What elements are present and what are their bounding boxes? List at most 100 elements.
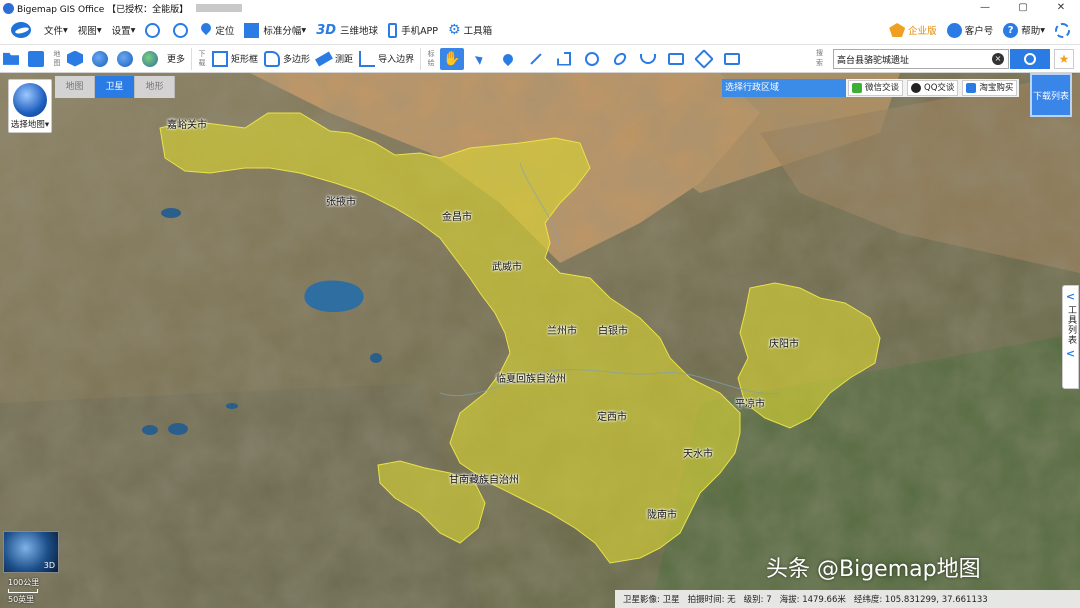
pan-tool-button[interactable]: ✋	[440, 47, 465, 70]
rectangle-icon	[212, 50, 229, 67]
toolbox-label: 工具箱	[463, 26, 493, 37]
toolbox-button[interactable]: ⚙ 工具箱	[448, 22, 492, 38]
map-source-2[interactable]	[89, 48, 114, 70]
scale-bar: 100公里 50英里	[8, 577, 68, 605]
map-source-3[interactable]	[114, 48, 139, 70]
rectangle-tool-button[interactable]	[664, 48, 688, 70]
enterprise-label: 企业版	[908, 26, 937, 37]
locate-label: 定位	[215, 26, 235, 37]
measure-label: 测距	[335, 55, 354, 65]
region-select-dropdown[interactable]: 选择行政区域	[722, 79, 846, 97]
map-type-tabs: 地图 卫星 地形	[55, 76, 175, 98]
city-label-lanzhou: 兰州市	[547, 326, 577, 337]
chevron-down-icon: ▾	[1040, 24, 1045, 36]
search-button[interactable]	[1010, 49, 1050, 69]
city-label-dingxi: 定西市	[597, 412, 627, 423]
taobao-icon	[966, 83, 977, 93]
polyline-icon	[557, 51, 572, 66]
mini-globe-label: 3D	[43, 561, 55, 570]
status-level: 级别: 7	[743, 595, 772, 605]
tag-icon	[694, 48, 714, 69]
mini-globe-3d[interactable]: 3D	[3, 531, 59, 573]
tab-terrain[interactable]: 地形	[135, 76, 175, 98]
maximize-button[interactable]: ▢	[1004, 0, 1042, 16]
enterprise-button[interactable]: 企业版	[889, 23, 937, 37]
menu-view[interactable]: 视图 ▾	[78, 23, 102, 38]
share-bar: 微信交谈 QQ交谈 淘宝购买	[846, 79, 1020, 97]
help-button[interactable]: ? 帮助 ▾	[1003, 22, 1045, 38]
layer-tool-button[interactable]	[720, 48, 744, 70]
circle-tool-button[interactable]	[580, 48, 604, 70]
zoom-in-icon	[145, 22, 161, 38]
choose-map-button[interactable]: 选择地图▾	[8, 79, 52, 133]
city-label-zhangye: 张掖市	[326, 197, 356, 208]
layers-icon	[724, 52, 741, 65]
zoom-out-button[interactable]	[173, 22, 191, 38]
search-input[interactable]	[833, 49, 1009, 69]
menu-file[interactable]: 文件 ▾	[44, 23, 68, 38]
menu-settings[interactable]: 设置 ▾	[112, 23, 136, 38]
tab-map[interactable]: 地图	[55, 76, 95, 98]
hand-icon: ✋	[443, 50, 461, 67]
zoom-in-button[interactable]	[145, 22, 163, 38]
line-tool-button[interactable]	[524, 48, 548, 70]
gps-button[interactable]	[1055, 22, 1070, 38]
divider	[191, 47, 193, 70]
select-tool-button[interactable]	[468, 48, 492, 70]
import-boundary-label: 导入边界	[378, 55, 415, 65]
chevron-down-icon: ▾	[96, 24, 102, 36]
mobile-app-button[interactable]: 手机APP	[388, 22, 438, 38]
qq-button[interactable]: QQ交谈	[907, 80, 959, 96]
standard-tile-button[interactable]: 标准分幅 ▾	[244, 22, 306, 38]
open-button[interactable]	[0, 48, 25, 70]
three-d-label: 三维地球	[340, 26, 379, 37]
locate-button[interactable]: 定位	[201, 23, 234, 37]
title-bar: Bigemap GIS Office 【已授权：全能版】 — ▢ ✕	[0, 0, 1080, 16]
wechat-button[interactable]: 微信交谈	[848, 80, 904, 96]
help-icon: ?	[1003, 22, 1019, 38]
tool-list-panel-toggle[interactable]: < 工具列表 <	[1062, 285, 1079, 389]
status-bar: 卫星影像: 卫星 拍摄时间: 无 级别: 7 海拔: 1479.66米 经纬度:…	[615, 590, 1080, 608]
globe-icon	[117, 50, 133, 67]
taobao-label: 淘宝购买	[979, 83, 1014, 93]
taobao-button[interactable]: 淘宝购买	[962, 80, 1018, 96]
sector-tool-button[interactable]	[636, 48, 660, 70]
customer-label: 客户号	[964, 26, 994, 37]
divider	[420, 47, 422, 70]
more-maps-button[interactable]: 更多	[164, 48, 188, 70]
import-boundary-button[interactable]: 导入边界	[356, 48, 417, 70]
city-label-gannan: 甘南藏族自治州	[449, 475, 519, 486]
three-d-globe-button[interactable]: 3D 三维地球	[316, 23, 378, 38]
choose-map-label: 选择地图	[10, 120, 45, 130]
favorite-button[interactable]: ★	[1054, 49, 1074, 69]
map-source-4[interactable]	[139, 48, 164, 70]
city-label-baiyin: 白银市	[598, 326, 628, 337]
close-button[interactable]: ✕	[1042, 0, 1080, 16]
polygon-button[interactable]: 多边形	[261, 48, 313, 70]
ruler-icon	[315, 51, 333, 66]
save-button[interactable]	[25, 48, 50, 70]
ellipse-tool-button[interactable]	[608, 48, 632, 70]
map-canvas[interactable]: 嘉峪关市 张掖市 金昌市 武威市 兰州市 白银市 临夏回族自治州 庆阳市 平凉市…	[0, 73, 1080, 608]
window-controls: — ▢ ✕	[966, 0, 1080, 16]
tool-list-label: 工具列表	[1066, 305, 1076, 345]
gear-icon: ⚙	[448, 22, 461, 38]
label-tool-button[interactable]	[692, 48, 716, 70]
annotate-group-label: 标绘	[427, 49, 435, 67]
tab-satellite[interactable]: 卫星	[95, 76, 135, 98]
rect-frame-button[interactable]: 矩形框	[209, 48, 261, 70]
menu-bar: 文件 ▾ 视图 ▾ 设置 ▾ 定位 标准分幅 ▾ 3D 三维地球 手机APP ⚙ 工具箱 企…	[0, 16, 1080, 44]
clear-search-button[interactable]: ×	[992, 53, 1004, 65]
download-group-label: 下载	[198, 49, 206, 67]
map-source-1[interactable]	[64, 48, 89, 70]
3d-icon: 3D	[316, 22, 337, 38]
measure-button[interactable]: 测距	[313, 48, 356, 70]
scale-line	[8, 589, 38, 593]
download-list-button[interactable]: 下载列表	[1030, 73, 1072, 117]
wechat-label: 微信交谈	[865, 83, 900, 93]
polygon-label: 多边形	[283, 55, 311, 65]
customer-button[interactable]: 客户号	[946, 22, 994, 38]
polyline-tool-button[interactable]	[552, 48, 576, 70]
minimize-button[interactable]: —	[966, 0, 1004, 16]
marker-tool-button[interactable]	[496, 48, 520, 70]
